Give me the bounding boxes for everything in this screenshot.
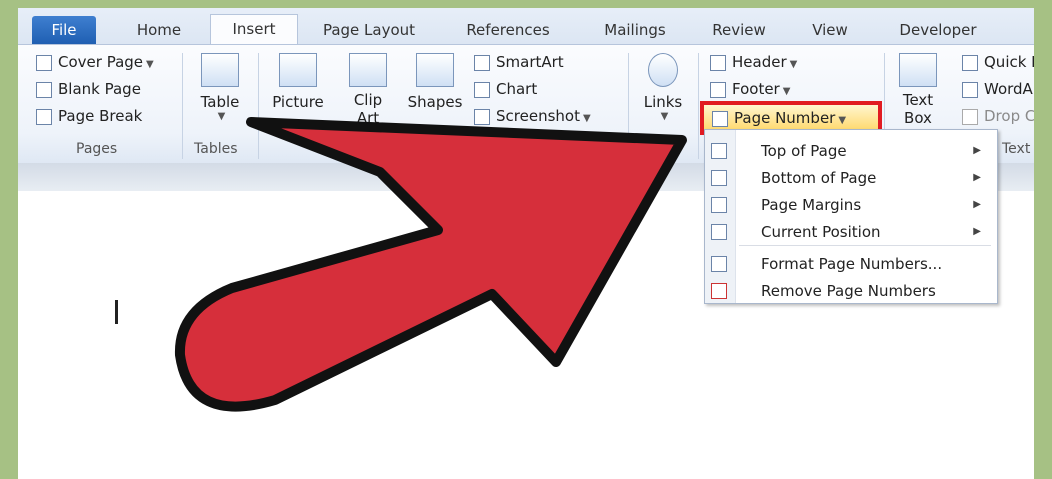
tab-file[interactable]: File (32, 16, 96, 44)
tab-home[interactable]: Home (124, 16, 194, 44)
chart-button[interactable]: Chart (474, 78, 537, 100)
picture-button[interactable]: Picture (262, 53, 334, 111)
picture-icon (279, 53, 317, 87)
dropdown-arrow-icon: ▼ (838, 115, 847, 126)
chart-icon (474, 81, 490, 98)
page-break-button[interactable]: Page Break (36, 105, 142, 127)
drop-cap-button[interactable]: Drop C (962, 105, 1034, 127)
footer-button[interactable]: Footer ▼ (710, 78, 790, 100)
page-margins-icon (711, 197, 727, 213)
clip-art-icon (349, 53, 387, 87)
smartart-icon (474, 54, 490, 71)
menu-item-remove-page-numbers[interactable]: Remove Page Numbers (705, 278, 997, 304)
quick-parts-icon (962, 54, 978, 71)
tab-developer[interactable]: Developer (888, 16, 988, 44)
dropdown-arrow-icon: ▼ (782, 86, 791, 97)
group-separator (258, 53, 259, 159)
blank-page-icon (36, 81, 52, 98)
footer-icon (710, 81, 726, 98)
cover-page-button[interactable]: Cover Page ▼ (36, 51, 154, 73)
header-icon (710, 54, 726, 71)
tab-review[interactable]: Review (704, 16, 774, 44)
tab-insert[interactable]: Insert (210, 14, 298, 45)
submenu-arrow-icon: ▶ (973, 226, 981, 237)
menu-item-format-page-numbers[interactable]: Format Page Numbers... (705, 251, 997, 277)
menu-divider (739, 245, 991, 246)
top-of-page-icon (711, 143, 727, 159)
table-icon (201, 53, 239, 87)
current-position-icon (711, 224, 727, 240)
tab-page-layout[interactable]: Page Layout (310, 16, 428, 44)
screenshot-button[interactable]: Screenshot ▼ (474, 105, 591, 127)
text-box-icon (899, 53, 937, 87)
blank-page-button[interactable]: Blank Page (36, 78, 141, 100)
word-window: File Home Insert Page Layout References … (18, 8, 1034, 479)
wordart-button[interactable]: WordA (962, 78, 1033, 100)
submenu-arrow-icon: ▶ (973, 199, 981, 210)
table-button[interactable]: Table ▼ (190, 53, 250, 122)
screenshot-icon (474, 108, 490, 125)
submenu-arrow-icon: ▶ (973, 172, 981, 183)
page-number-menu: Top of Page ▶ Bottom of Page ▶ Page Marg… (704, 129, 998, 304)
text-box-button[interactable]: Text Box (890, 53, 946, 127)
menu-item-page-margins[interactable]: Page Margins ▶ (705, 192, 997, 218)
dropdown-arrow-icon: ▼ (789, 59, 798, 70)
page-break-icon (36, 108, 52, 125)
drop-cap-icon (962, 108, 978, 125)
shapes-button[interactable]: Shapes (402, 53, 468, 111)
text-cursor (115, 300, 118, 324)
menu-item-current-position[interactable]: Current Position ▶ (705, 219, 997, 245)
group-label-pages: Pages (76, 141, 118, 157)
ribbon-tab-row: File Home Insert Page Layout References … (18, 8, 1034, 45)
group-separator (698, 53, 699, 159)
group-separator (628, 53, 629, 159)
tab-mailings[interactable]: Mailings (588, 16, 682, 44)
wordart-icon (962, 81, 978, 98)
smartart-button[interactable]: SmartArt (474, 51, 564, 73)
header-button[interactable]: Header ▼ (710, 51, 797, 73)
links-icon (648, 53, 678, 87)
dropdown-arrow-icon: ▼ (660, 111, 669, 122)
shapes-icon (416, 53, 454, 87)
dropdown-arrow-icon: ▼ (582, 113, 591, 124)
dropdown-arrow-icon: ▼ (217, 111, 226, 122)
menu-item-top-of-page[interactable]: Top of Page ▶ (705, 138, 997, 164)
cover-page-icon (36, 54, 52, 71)
tab-view[interactable]: View (802, 16, 858, 44)
clip-art-button[interactable]: Clip Art (340, 53, 396, 127)
menu-item-bottom-of-page[interactable]: Bottom of Page ▶ (705, 165, 997, 191)
remove-page-numbers-icon (711, 283, 727, 299)
page-number-icon (712, 110, 728, 127)
format-page-numbers-icon (711, 256, 727, 272)
dropdown-arrow-icon: ▼ (146, 59, 154, 70)
bottom-of-page-icon (711, 170, 727, 186)
group-label-text: Text (1002, 141, 1031, 157)
quick-parts-button[interactable]: Quick P (962, 51, 1034, 73)
tab-references[interactable]: References (454, 16, 562, 44)
group-label-tables: Tables (194, 141, 238, 157)
links-button[interactable]: Links ▼ (634, 53, 692, 122)
submenu-arrow-icon: ▶ (973, 145, 981, 156)
group-separator (182, 53, 183, 159)
